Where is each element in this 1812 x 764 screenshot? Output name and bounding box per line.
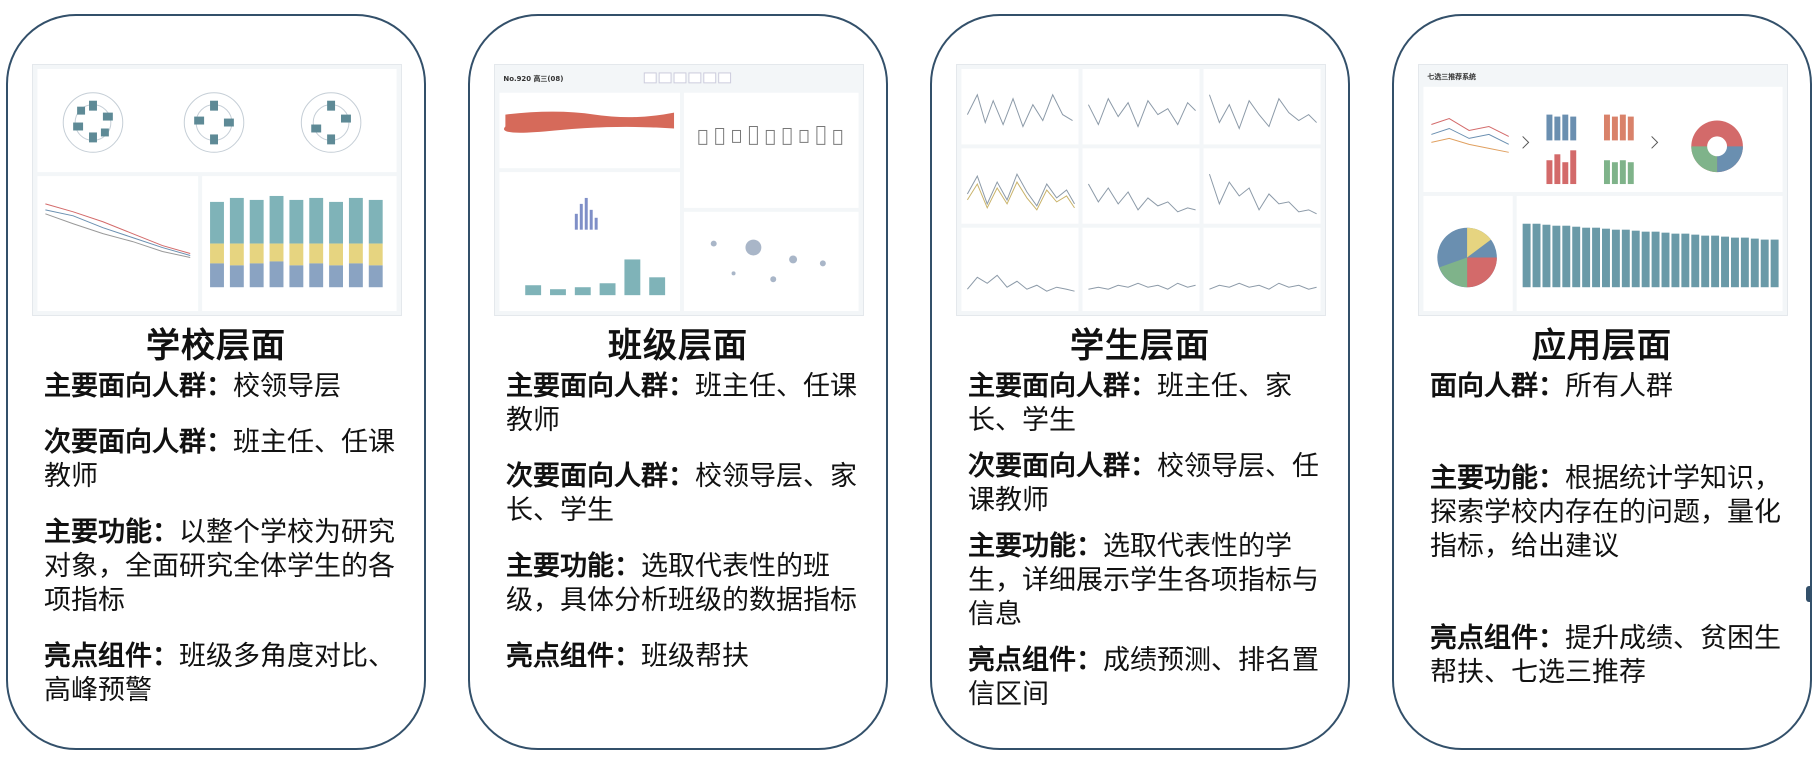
student-dashboard-screenshot bbox=[956, 64, 1326, 316]
audience-secondary: 次要面向人群：班主任、任课教师 bbox=[44, 427, 395, 492]
audience-primary: 主要面向人群：校领导层 bbox=[44, 371, 341, 402]
school-dashboard-screenshot bbox=[32, 64, 402, 316]
highlight-components: 亮点组件：班级多角度对比、高峰预警 bbox=[44, 641, 395, 706]
highlight-components: 亮点组件：班级帮扶 bbox=[506, 641, 749, 672]
application-dashboard-screenshot: 七选三推荐系统 bbox=[1418, 64, 1788, 316]
panel-title: 学生层面 bbox=[1070, 326, 1210, 366]
school-dashboard-thumbnail bbox=[37, 68, 397, 312]
student-dashboard-thumbnail bbox=[961, 68, 1321, 312]
application-dashboard-header: 七选三推荐系统 bbox=[1427, 72, 1476, 81]
application-dashboard-thumbnail: 七选三推荐系统 bbox=[1423, 72, 1783, 312]
panel-class-level: No.920 高三(08) 班级层面 主要面向人群：班主任、任课教师 次要面向人… bbox=[468, 14, 888, 750]
audience-secondary: 次要面向人群：校领导层、家长、学生 bbox=[506, 461, 857, 526]
main-function: 主要功能：选取代表性的学生，详细展示学生各项指标与信息 bbox=[968, 531, 1319, 630]
audience-primary: 主要面向人群：班主任、家长、学生 bbox=[968, 371, 1292, 436]
edge-marker bbox=[1806, 586, 1812, 602]
panel-student-level: 学生层面 主要面向人群：班主任、家长、学生 次要面向人群：校领导层、任课教师 主… bbox=[930, 14, 1350, 750]
main-function: 主要功能：根据统计学知识，探索学校内存在的问题，量化指标，给出建议 bbox=[1430, 463, 1781, 562]
panel-application-level: 七选三推荐系统 应用层面 面向人群：所有人群 主要功能：根据统计学知识，探索学校… bbox=[1392, 14, 1812, 750]
main-function: 主要功能：以整个学校为研究对象，全面研究全体学生的各项指标 bbox=[44, 517, 395, 616]
panel-title: 应用层面 bbox=[1532, 326, 1672, 366]
class-dashboard-screenshot: No.920 高三(08) bbox=[494, 64, 864, 316]
main-function: 主要功能：选取代表性的班级，具体分析班级的数据指标 bbox=[506, 551, 857, 616]
audience: 面向人群：所有人群 bbox=[1430, 371, 1673, 402]
audience-secondary: 次要面向人群：校领导层、任课教师 bbox=[968, 451, 1319, 516]
panel-item-list: 主要面向人群：校领导层 次要面向人群：班主任、任课教师 主要功能：以整个学校为研… bbox=[44, 370, 406, 708]
panel-title: 学校层面 bbox=[146, 326, 286, 366]
panel-item-list: 主要面向人群：班主任、任课教师 次要面向人群：校领导层、家长、学生 主要功能：选… bbox=[506, 370, 868, 674]
panel-title: 班级层面 bbox=[608, 326, 748, 366]
panel-item-list: 面向人群：所有人群 主要功能：根据统计学知识，探索学校内存在的问题，量化指标，给… bbox=[1430, 370, 1792, 690]
class-dashboard-header: No.920 高三(08) bbox=[503, 74, 563, 83]
panel-school-level: 学校层面 主要面向人群：校领导层 次要面向人群：班主任、任课教师 主要功能：以整… bbox=[6, 14, 426, 750]
highlight-components: 亮点组件：成绩预测、排名置信区间 bbox=[968, 645, 1319, 710]
class-dashboard-thumbnail: No.920 高三(08) bbox=[499, 72, 859, 312]
highlight-components: 亮点组件：提升成绩、贫困生帮扶、七选三推荐 bbox=[1430, 623, 1781, 688]
panel-item-list: 主要面向人群：班主任、家长、学生 次要面向人群：校领导层、任课教师 主要功能：选… bbox=[968, 370, 1330, 712]
audience-primary: 主要面向人群：班主任、任课教师 bbox=[506, 371, 857, 436]
